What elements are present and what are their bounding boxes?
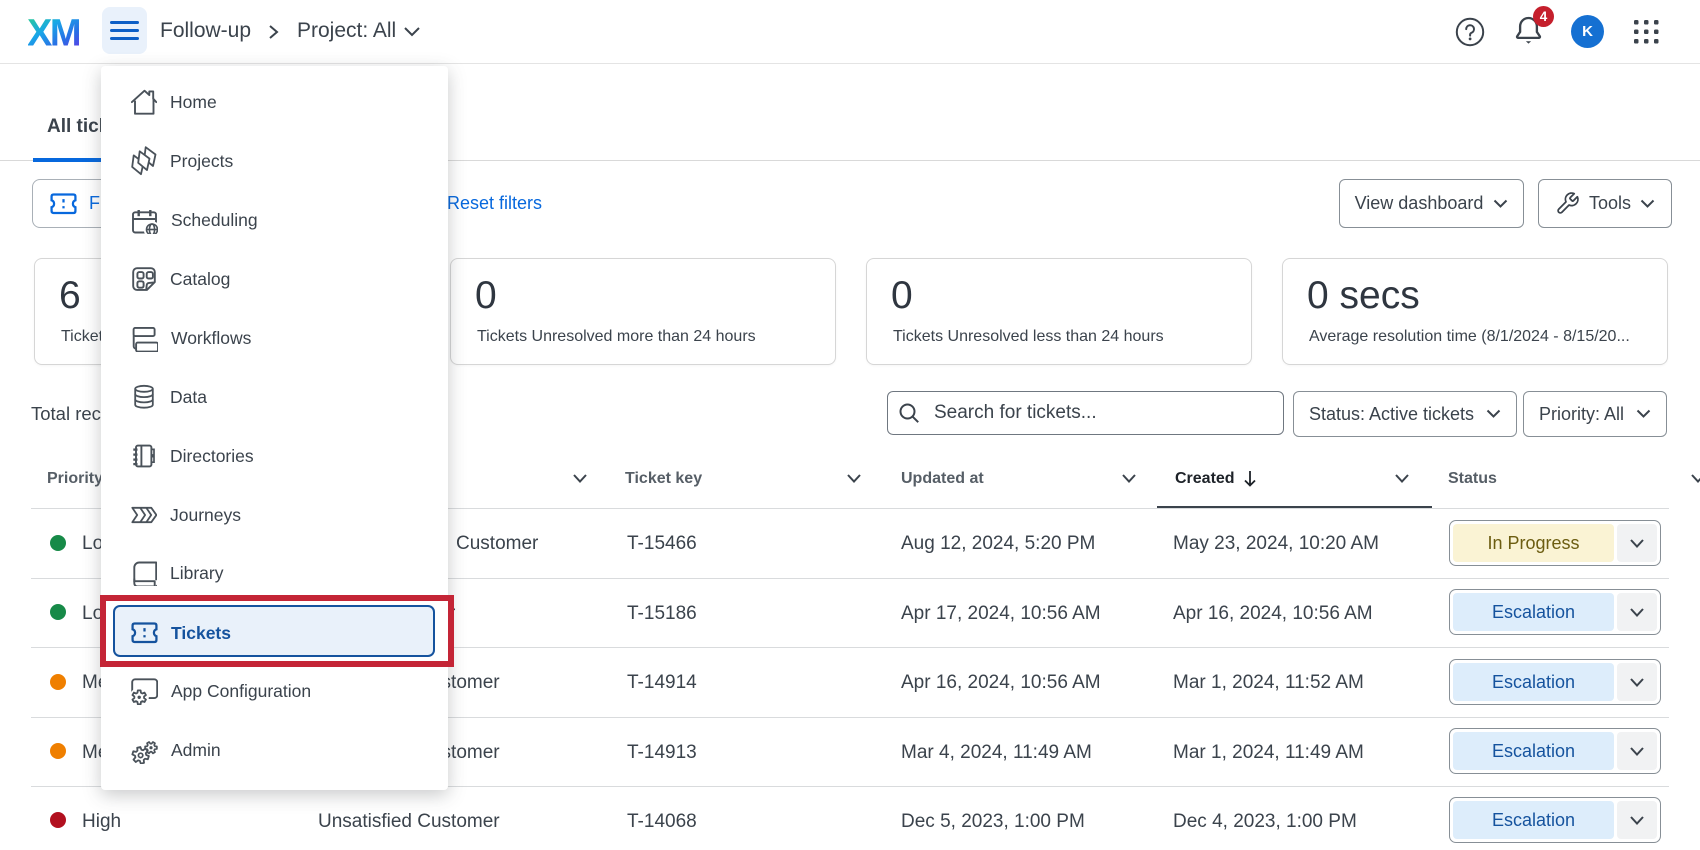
svg-text:XM: XM (28, 14, 80, 50)
